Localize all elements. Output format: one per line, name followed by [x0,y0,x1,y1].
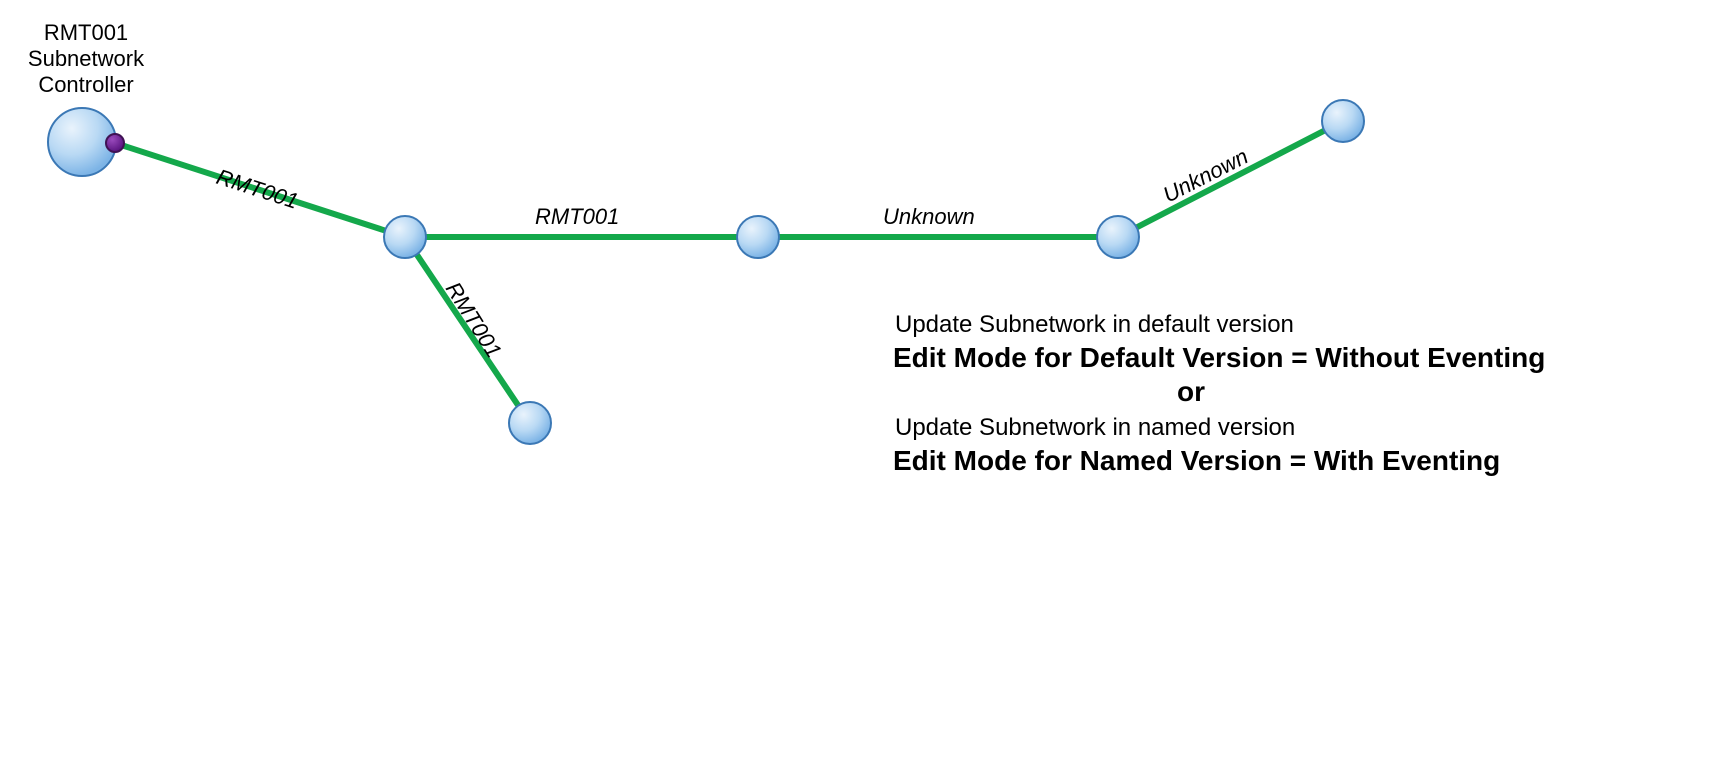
edge-label-1: RMT001 [213,164,301,214]
controller-label-line1: RMT001 [44,20,128,45]
edge-n4-to-n5 [1118,121,1343,237]
node-4 [1097,216,1139,258]
node-5 [1322,100,1364,142]
caption-line4: Update Subnetwork in named version [895,414,1295,441]
caption-line3: or [1177,376,1205,407]
edge-label-3: RMT001 [441,277,507,362]
caption-group: Update Subnetwork in default version Edi… [893,311,1545,476]
controller-label-line2: Subnetwork [28,46,145,71]
node-6 [509,402,551,444]
controller-label-line3: Controller [38,72,133,97]
caption-line2: Edit Mode for Default Version = Without … [893,342,1545,373]
node-controller-port [106,134,124,152]
caption-line1: Update Subnetwork in default version [895,311,1294,338]
node-3 [737,216,779,258]
edge-label-4: Unknown [883,204,975,229]
edge-label-2: RMT001 [535,204,619,229]
nodes-group [48,100,1364,444]
node-2 [384,216,426,258]
caption-line5: Edit Mode for Named Version = With Event… [893,445,1500,476]
controller-label-group: RMT001 Subnetwork Controller [28,20,145,97]
edges-group [115,121,1343,423]
network-diagram: RMT001 RMT001 RMT001 Unknown Unknown RMT… [0,0,1722,762]
